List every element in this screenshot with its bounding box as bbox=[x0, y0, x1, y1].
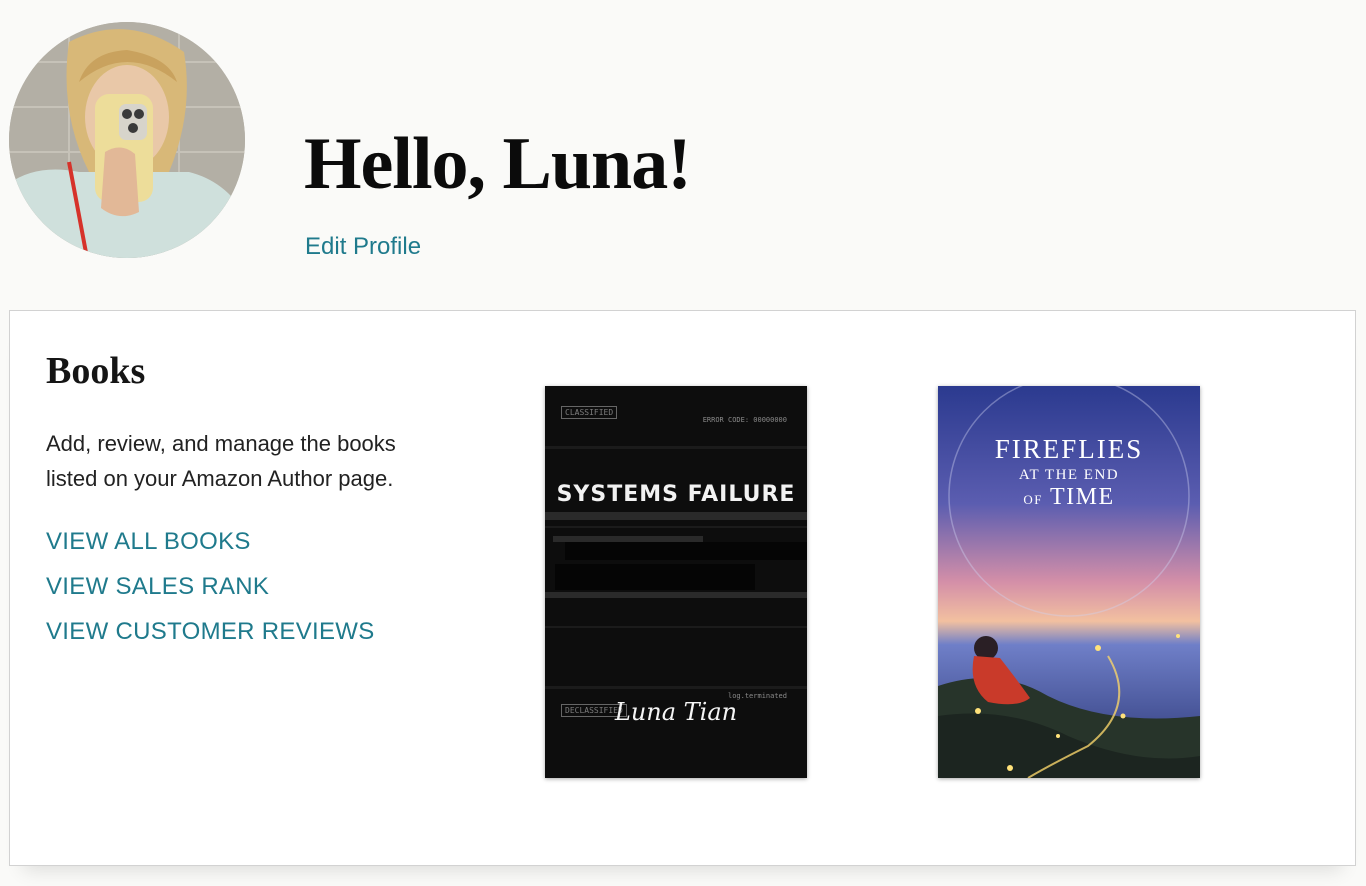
profile-header: Hello, Luna! Edit Profile bbox=[0, 0, 1366, 300]
cover-title-line1: FIREFLIES bbox=[994, 434, 1144, 464]
cover-title: SYSTEMS FAILURE bbox=[556, 482, 796, 507]
cover-title-line3-small: OF bbox=[1023, 492, 1043, 507]
cover-title: FIREFLIES AT THE END OF TIME bbox=[938, 434, 1200, 510]
cover-title-line3: OF TIME bbox=[938, 485, 1200, 509]
cover-note-top: ERROR CODE: 00000000 bbox=[702, 416, 787, 424]
view-all-books-link[interactable]: VIEW ALL BOOKS bbox=[46, 528, 251, 556]
books-card: Books Add, review, and manage the books … bbox=[9, 310, 1356, 866]
edit-profile-link[interactable]: Edit Profile bbox=[305, 233, 421, 261]
cover-title-line3-main: TIME bbox=[1050, 484, 1115, 510]
cover-title-line2: AT THE END bbox=[1018, 467, 1120, 483]
view-sales-rank-link[interactable]: VIEW SALES RANK bbox=[46, 573, 269, 601]
view-customer-reviews-link[interactable]: VIEW CUSTOMER REVIEWS bbox=[46, 618, 375, 646]
book-cover-systems-failure[interactable]: CLASSIFIED ERROR CODE: 00000000 SYSTEMS … bbox=[545, 386, 807, 778]
books-card-description: Add, review, and manage the books listed… bbox=[46, 431, 396, 491]
cover-author: Luna Tian bbox=[614, 698, 738, 726]
cover-stamp-top: CLASSIFIED bbox=[561, 406, 618, 419]
page-title: Hello, Luna! bbox=[304, 123, 692, 205]
books-card-title: Books bbox=[46, 350, 146, 392]
profile-photo bbox=[9, 22, 245, 258]
book-cover-fireflies[interactable]: FIREFLIES AT THE END OF TIME bbox=[938, 386, 1200, 778]
avatar bbox=[9, 22, 245, 258]
